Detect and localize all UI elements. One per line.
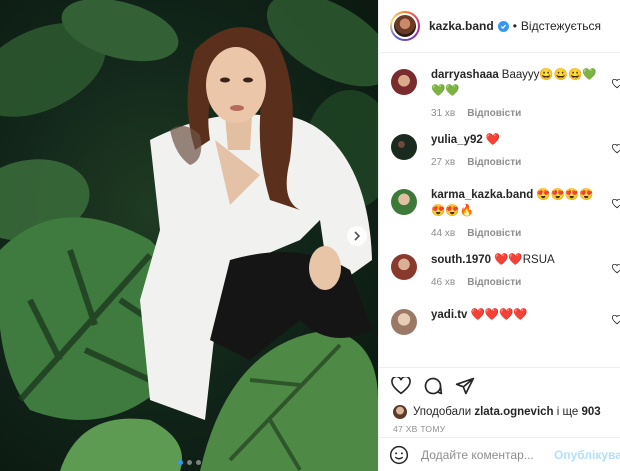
- reply-button[interactable]: Відповісти: [467, 157, 521, 168]
- comment-username[interactable]: south.1970: [431, 254, 491, 266]
- like-comment-heart-icon[interactable]: [612, 79, 620, 89]
- comment-item: yadi.tv ❤️❤️❤️❤️: [379, 297, 620, 352]
- comment-avatar[interactable]: [391, 309, 417, 335]
- comment-time[interactable]: 27 хв: [431, 157, 455, 168]
- like-comment-heart-icon[interactable]: [612, 264, 620, 274]
- comment-time[interactable]: 31 хв: [431, 108, 455, 119]
- likes-prefix: Уподобали: [413, 406, 472, 418]
- like-comment-heart-icon[interactable]: [612, 315, 620, 325]
- comment-username[interactable]: darryashaaa: [431, 69, 499, 81]
- avatar[interactable]: [390, 11, 420, 41]
- next-slide-button[interactable]: [347, 226, 367, 246]
- comment-text: ❤️❤️RSUA: [494, 254, 555, 266]
- following-button[interactable]: Відстежується: [521, 19, 601, 33]
- carousel-dot: [186, 460, 192, 465]
- post-header: kazka.band • Відстежується: [379, 0, 620, 53]
- emoji-smiley-icon[interactable]: [389, 445, 409, 465]
- comment-avatar[interactable]: [391, 134, 417, 160]
- comment-username[interactable]: yadi.tv: [431, 309, 467, 321]
- comment-item: yulia_y92 ❤️ 27 хв Відповісти: [379, 122, 620, 177]
- liker-avatar[interactable]: [393, 405, 407, 419]
- comment-item: karma_kazka.band 😍😍😍😍😍😍🔥 44 хв Відповісти: [379, 177, 620, 242]
- photo-illustration: [0, 0, 378, 471]
- post-time-ago[interactable]: 47 ХВ ТОМУ: [379, 421, 620, 437]
- comment-avatar[interactable]: [391, 189, 417, 215]
- add-comment-bar: Опублікува: [379, 437, 620, 471]
- post-panel: kazka.band • Відстежується darryashaaa Ва…: [378, 0, 620, 471]
- like-comment-heart-icon[interactable]: [612, 199, 620, 209]
- chevron-right-icon: [354, 231, 361, 241]
- comment-time[interactable]: 44 хв: [431, 228, 455, 239]
- comments-list: darryashaaa Вааууу😀😀😀💚💚💚 31 хв Відповісти …: [379, 53, 620, 367]
- comment-input[interactable]: [421, 447, 549, 462]
- carousel-dot: [177, 460, 183, 465]
- carousel-dot: [195, 460, 201, 465]
- post-actions: [379, 367, 620, 403]
- likes-count[interactable]: 903: [581, 406, 600, 418]
- comment-bubble-icon[interactable]: [423, 376, 443, 396]
- reply-button[interactable]: Відповісти: [467, 108, 521, 119]
- comment-text: ❤️: [485, 134, 501, 146]
- reply-button[interactable]: Відповісти: [467, 277, 521, 288]
- likes-summary: Уподобали zlata.ognevich і ще 903: [379, 403, 620, 421]
- reply-button[interactable]: Відповісти: [467, 228, 521, 239]
- post-viewer: kazka.band • Відстежується darryashaaa Ва…: [0, 0, 620, 471]
- comment-avatar[interactable]: [391, 69, 417, 95]
- author-username[interactable]: kazka.band: [429, 19, 494, 33]
- like-comment-heart-icon[interactable]: [612, 144, 620, 154]
- comment-item: darryashaaa Вааууу😀😀😀💚💚💚 31 хв Відповісти: [379, 57, 620, 122]
- comment-avatar[interactable]: [391, 254, 417, 280]
- publish-comment-button[interactable]: Опублікува: [554, 448, 620, 462]
- comment-username[interactable]: karma_kazka.band: [431, 189, 533, 201]
- post-photo[interactable]: [0, 0, 378, 471]
- separator-dot: •: [512, 19, 517, 33]
- share-paper-plane-icon[interactable]: [455, 376, 475, 396]
- comment-item: south.1970 ❤️❤️RSUA 46 хв Відповісти: [379, 242, 620, 297]
- like-heart-icon[interactable]: [391, 376, 411, 395]
- verified-badge-icon: [497, 20, 509, 32]
- comment-time[interactable]: 46 хв: [431, 277, 455, 288]
- comment-username[interactable]: yulia_y92: [431, 134, 483, 146]
- comment-text: ❤️❤️❤️❤️: [470, 309, 528, 321]
- liker-username[interactable]: zlata.ognevich: [474, 406, 553, 418]
- likes-middle: і ще: [556, 406, 579, 418]
- carousel-indicator: [0, 460, 378, 465]
